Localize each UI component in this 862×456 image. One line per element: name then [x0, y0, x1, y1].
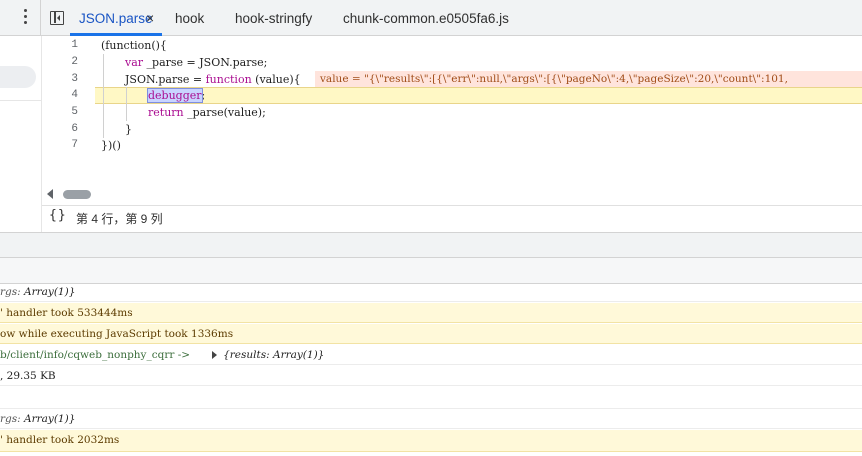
code-line[interactable]: return _parse(value);: [148, 104, 266, 121]
editor-status-bar: [42, 205, 862, 232]
code-line[interactable]: })(): [101, 137, 121, 154]
console-text: , 29.35 KB: [0, 370, 56, 382]
line-number[interactable]: 7: [44, 137, 78, 154]
code-line[interactable]: }: [125, 121, 132, 138]
line-number[interactable]: 3: [44, 71, 78, 88]
code-line[interactable]: (function(){: [101, 37, 167, 54]
drawer-toolbar: [0, 232, 862, 258]
tab-hook[interactable]: hook: [175, 0, 204, 36]
paused-line-highlight: [95, 87, 862, 104]
code-text: (value){: [251, 73, 301, 86]
tab-chunk-common[interactable]: chunk-common.e0505fa6.js: [343, 0, 509, 36]
tab-json-parse[interactable]: JSON.parse: [79, 0, 153, 36]
line-number[interactable]: 1: [44, 37, 78, 54]
code-line[interactable]: debugger;: [147, 87, 206, 104]
divider: [40, 0, 41, 36]
editor-tab-bar: JSON.parse × hook hook-stringfy chunk-co…: [0, 0, 862, 36]
scroll-left-icon[interactable]: [47, 189, 53, 199]
console-text: Array(1)}: [24, 413, 76, 425]
console-warning[interactable]: ' handler took 533444ms: [0, 303, 862, 323]
keyword: function: [205, 73, 252, 86]
horizontal-scrollbar-thumb[interactable]: [63, 190, 91, 199]
request-url[interactable]: b/client/info/cqweb_nonphy_cqrr ->: [0, 349, 190, 361]
expand-triangle-icon[interactable]: [212, 351, 218, 359]
indent-guide: [126, 87, 127, 121]
console-text: Array(1)}: [24, 286, 76, 298]
console-text: rgs:: [0, 286, 25, 298]
close-icon[interactable]: ×: [146, 11, 154, 25]
code-line[interactable]: var _parse = JSON.parse;: [125, 54, 267, 71]
console-text: ' handler took 533444ms: [0, 307, 133, 319]
keyword: return: [148, 106, 184, 119]
console-text: rgs:: [0, 413, 25, 425]
code-line[interactable]: JSON.parse = function (value){: [125, 71, 301, 88]
line-number[interactable]: 4: [44, 87, 78, 104]
active-tab-indicator: [70, 33, 162, 36]
code-text: }: [125, 123, 132, 136]
line-number[interactable]: 5: [44, 104, 78, 121]
inline-variable-value[interactable]: value = "{\"results\":[{\"err\":null,\"a…: [315, 71, 862, 87]
indent-guide: [103, 54, 104, 138]
code-text: (function(){: [101, 39, 167, 52]
tab-hook-stringfy[interactable]: hook-stringfy: [235, 0, 312, 36]
code-text: ;: [201, 89, 206, 102]
line-number[interactable]: 2: [44, 54, 78, 71]
console-message[interactable]: rgs: Array(1)}: [0, 282, 862, 302]
console-message[interactable]: , 29.35 KB: [0, 366, 862, 386]
console-message[interactable]: b/client/info/cqweb_nonphy_cqrr -> {resul…: [0, 345, 862, 365]
code-text: })(): [101, 139, 121, 152]
console-text: ow while executing JavaScript took 1336m…: [0, 328, 234, 340]
debugger-statement: debugger: [147, 88, 203, 103]
code-text: _parse(value);: [183, 106, 266, 119]
code-text: JSON.parse =: [125, 73, 206, 86]
toggle-navigator-icon[interactable]: [50, 11, 64, 25]
console-text: {results:: [223, 349, 273, 361]
console-message[interactable]: rgs: Array(1)}: [0, 409, 862, 429]
console-text: Array(1)}: [272, 349, 325, 361]
navigator-selected-item[interactable]: [0, 66, 36, 88]
more-vert-icon[interactable]: [18, 9, 32, 27]
console-warning[interactable]: ow while executing JavaScript took 1336m…: [0, 324, 862, 344]
keyword: var: [125, 56, 144, 69]
console-toolbar: [0, 258, 862, 284]
divider: [0, 100, 42, 101]
line-number[interactable]: 6: [44, 121, 78, 138]
braces-icon[interactable]: {}: [49, 208, 67, 223]
cursor-position[interactable]: 第 4 行，第 9 列: [76, 210, 163, 227]
console-text: ' handler took 2032ms: [0, 434, 120, 446]
console-warning[interactable]: ' handler took 2032ms: [0, 430, 862, 452]
console-message[interactable]: [0, 387, 862, 409]
code-text: _parse = JSON.parse;: [143, 56, 268, 69]
